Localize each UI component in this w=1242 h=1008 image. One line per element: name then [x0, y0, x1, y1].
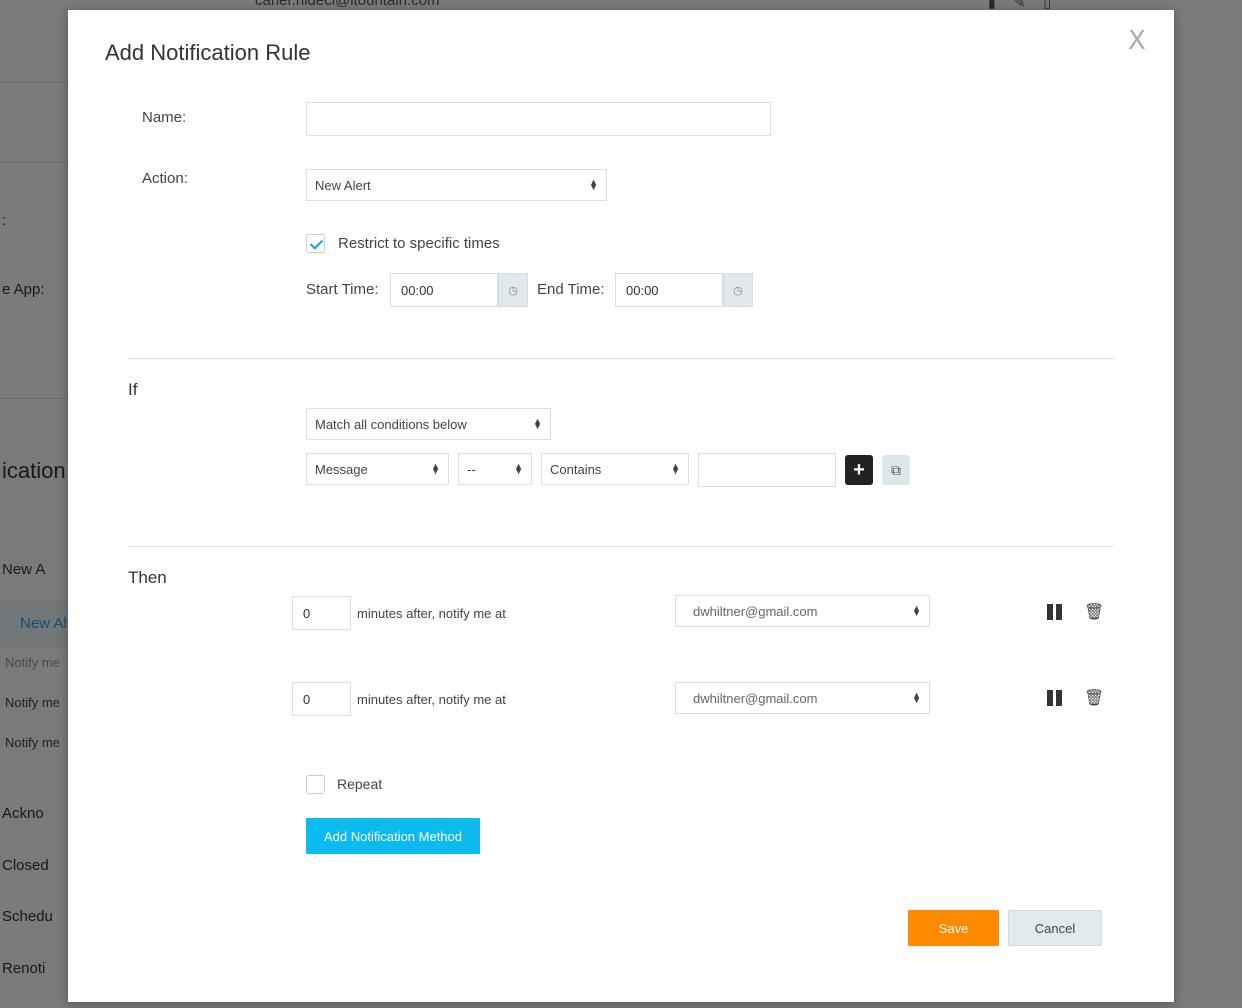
- action-select[interactable]: New Alert ▲ ▼: [306, 169, 607, 201]
- modal-title: Add Notification Rule: [105, 40, 311, 65]
- match-conditions-value: Match all conditions below: [315, 416, 467, 432]
- end-time-label: End Time:: [537, 281, 605, 298]
- notify-target-select[interactable]: dwhiltner@gmail.com ▲ ▼: [675, 595, 930, 627]
- minutes-label: minutes after, notify me at: [357, 692, 506, 707]
- select-arrows-icon: ▲ ▼: [589, 177, 598, 192]
- section-divider: [128, 358, 1114, 359]
- add-notification-method-button[interactable]: Add Notification Method: [306, 818, 480, 854]
- condition-operator-value: Contains: [550, 461, 602, 477]
- add-notification-rule-modal: X Add Notification Rule Name: Action: Ne…: [68, 10, 1174, 1002]
- match-conditions-select[interactable]: Match all conditions below ▲ ▼: [306, 408, 551, 440]
- clock-icon[interactable]: ◷: [498, 273, 528, 307]
- select-arrows-icon: ▲ ▼: [912, 603, 921, 618]
- if-section-title: If: [128, 380, 138, 399]
- minutes-input[interactable]: [292, 682, 351, 716]
- select-arrows-icon: ▲ ▼: [431, 461, 440, 476]
- trash-icon[interactable]: 🗑: [1084, 688, 1104, 708]
- select-arrows-icon: ▲ ▼: [671, 461, 680, 476]
- restrict-times-label: Restrict to specific times: [338, 235, 500, 252]
- notify-target-value: dwhiltner@gmail.com: [693, 690, 818, 706]
- section-divider: [128, 546, 1114, 547]
- cancel-button[interactable]: Cancel: [1008, 910, 1102, 946]
- clock-icon[interactable]: ◷: [723, 273, 753, 307]
- pause-icon[interactable]: [1047, 604, 1063, 620]
- condition-field-select[interactable]: Message ▲ ▼: [306, 453, 449, 485]
- start-time-input[interactable]: 00:00: [390, 273, 498, 307]
- repeat-checkbox[interactable]: [306, 775, 325, 794]
- pause-icon[interactable]: [1047, 690, 1063, 706]
- start-time-label: Start Time:: [306, 281, 379, 298]
- save-button[interactable]: Save: [908, 910, 999, 946]
- select-arrows-icon: ▲ ▼: [533, 416, 542, 431]
- name-input[interactable]: [306, 102, 771, 136]
- condition-operator-select[interactable]: Contains ▲ ▼: [541, 453, 689, 485]
- notify-target-select[interactable]: dwhiltner@gmail.com ▲ ▼: [675, 682, 930, 714]
- minutes-label: minutes after, notify me at: [357, 606, 506, 621]
- minutes-input[interactable]: [292, 596, 351, 630]
- start-time-picker: 00:00 ◷: [390, 273, 528, 307]
- end-time-picker: 00:00 ◷: [615, 273, 753, 307]
- select-arrows-icon: ▲ ▼: [912, 690, 921, 705]
- copy-condition-icon[interactable]: ⧉: [882, 455, 910, 485]
- end-time-input[interactable]: 00:00: [615, 273, 723, 307]
- condition-sub-select[interactable]: -- ▲ ▼: [458, 453, 532, 485]
- action-select-value: New Alert: [315, 177, 371, 193]
- restrict-times-checkbox[interactable]: [306, 234, 325, 253]
- action-label: Action:: [142, 170, 188, 187]
- trash-icon[interactable]: 🗑: [1084, 602, 1104, 622]
- repeat-label: Repeat: [337, 776, 383, 792]
- condition-field-value: Message: [315, 461, 368, 477]
- condition-value-input[interactable]: [698, 453, 836, 487]
- close-icon[interactable]: X: [1128, 26, 1146, 56]
- name-label: Name:: [142, 109, 187, 126]
- then-section-title: Then: [128, 568, 167, 587]
- add-condition-icon[interactable]: +: [845, 455, 873, 485]
- notify-target-value: dwhiltner@gmail.com: [693, 603, 818, 619]
- condition-sub-value: --: [467, 461, 476, 477]
- select-arrows-icon: ▲ ▼: [514, 461, 523, 476]
